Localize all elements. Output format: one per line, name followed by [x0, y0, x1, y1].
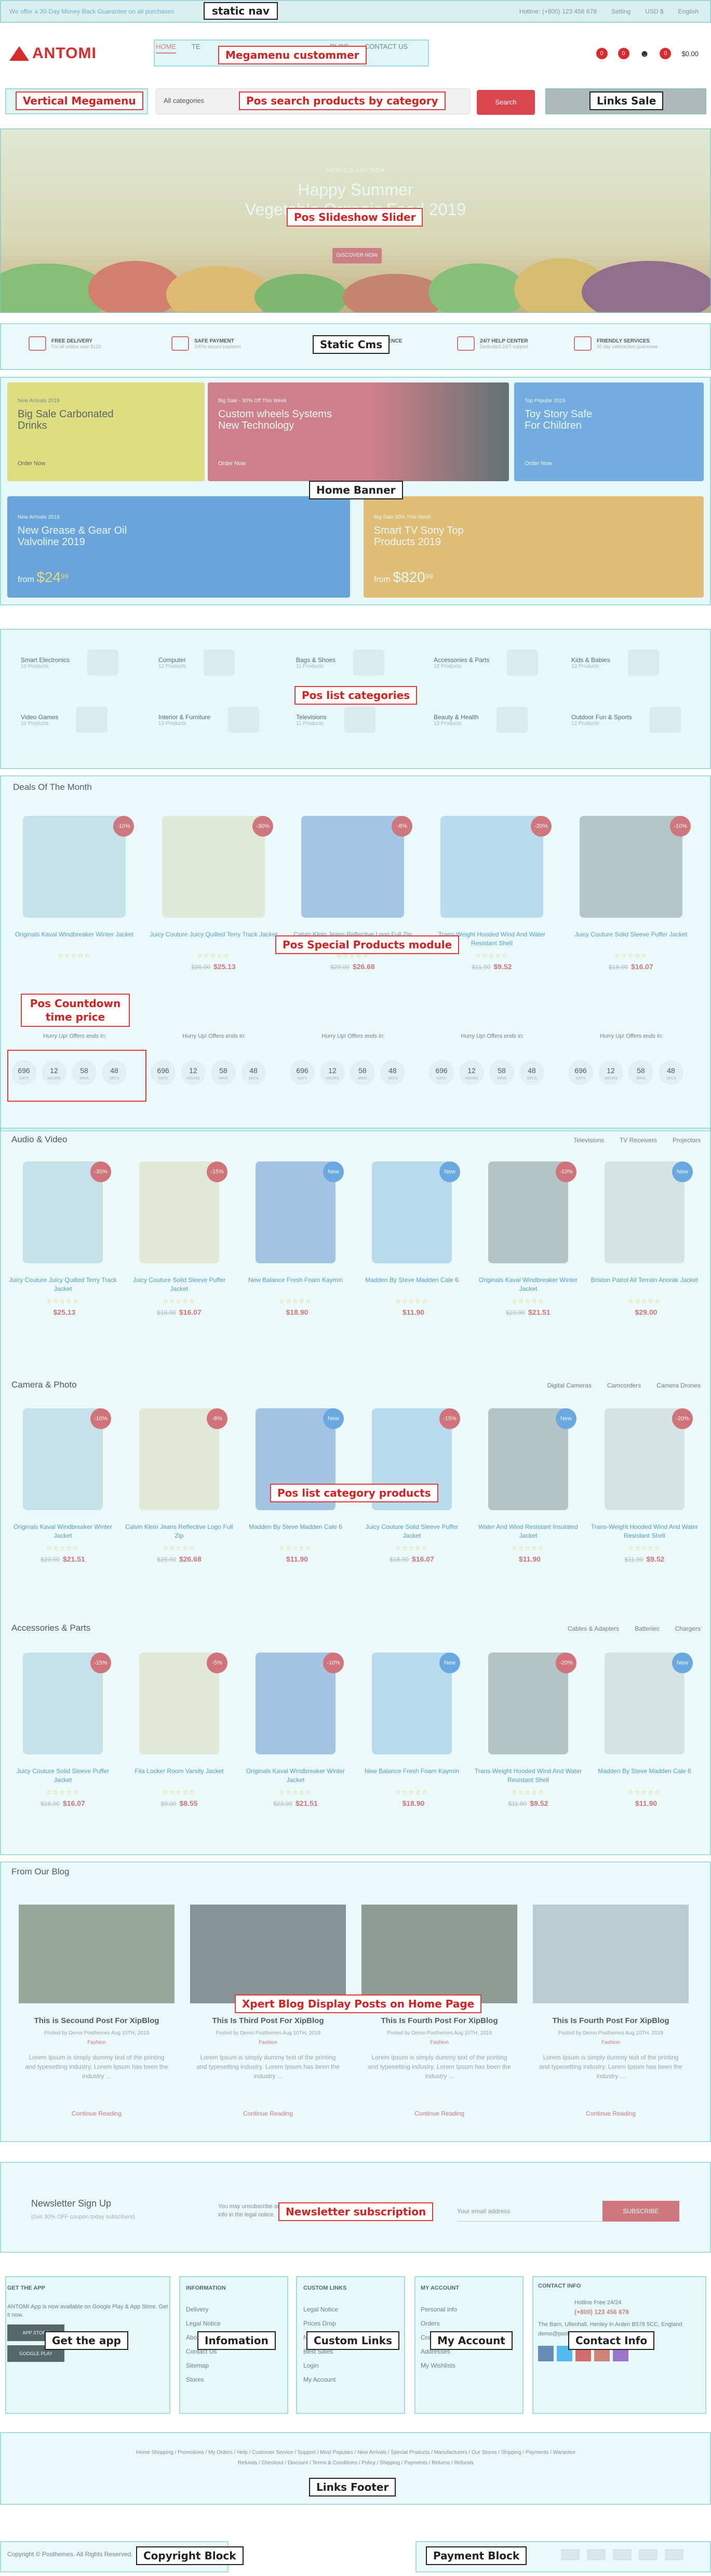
- label-links-footer: Links Footer: [309, 2478, 396, 2496]
- label-contact-info: Contact Info: [568, 2331, 655, 2350]
- label-custom-links: Custom Links: [306, 2331, 399, 2350]
- label-my-account: My Account: [430, 2331, 513, 2350]
- label-search: Pos search products by category: [239, 91, 446, 110]
- label-payment-block: Payment Block: [426, 2546, 527, 2565]
- static-nav-overlay: [0, 0, 711, 23]
- logo-mark-icon: [9, 46, 29, 61]
- label-infomation: Infomation: [197, 2331, 276, 2350]
- label-list-category-products: Pos list category products: [270, 1484, 438, 1502]
- logo[interactable]: ANTOMI: [9, 45, 97, 62]
- label-static-nav: static nav: [204, 2, 278, 20]
- logo-text: ANTOMI: [32, 45, 97, 62]
- label-blog: Xpert Blog Display Posts on Home Page: [235, 1994, 482, 2013]
- wishlist-icon[interactable]: 0: [618, 48, 629, 59]
- label-static-cms: Static Cms: [313, 335, 390, 354]
- countdown-highlight: [7, 1050, 146, 1102]
- search-category-select[interactable]: All categories: [164, 97, 204, 104]
- compare-icon[interactable]: 0: [596, 48, 608, 59]
- user-icon[interactable]: ☻: [640, 48, 650, 59]
- cart-total[interactable]: $0.00: [681, 50, 699, 58]
- label-countdown: Pos Countdown time price: [21, 994, 130, 1027]
- label-get-app: Get the app: [45, 2331, 128, 2350]
- label-links-sale: Links Sale: [589, 91, 664, 110]
- label-vertical-megamenu: Vertical Megamenu: [16, 91, 143, 110]
- label-newsletter: Newsletter subscription: [278, 2202, 434, 2221]
- search-button[interactable]: Search: [477, 90, 535, 115]
- label-copyright-block: Copyright Block: [136, 2546, 244, 2565]
- label-megamenu: Megamenu custommer: [218, 46, 367, 64]
- label-home-banner: Home Banner: [309, 481, 403, 499]
- header-icons: 0 0 ☻ 0 $0.00: [596, 48, 699, 59]
- label-special: Pos Special Products module: [275, 935, 460, 954]
- label-slideshow: Pos Slideshow Slider: [287, 208, 423, 227]
- label-list-categories: Pos list categories: [294, 686, 418, 705]
- cart-icon[interactable]: 0: [660, 48, 672, 59]
